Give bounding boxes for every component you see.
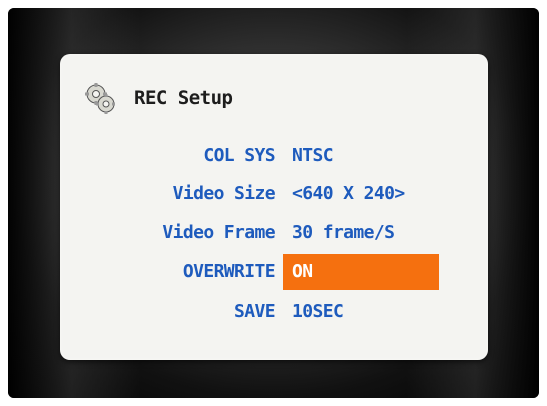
menu-item-label: Video Frame [162, 222, 275, 243]
device-screen: REC Setup COL SYS NTSC Video Size <640 X… [8, 8, 539, 398]
page-title: REC Setup [134, 87, 233, 109]
gear-icon [82, 80, 118, 116]
menu-item-video-frame[interactable]: Video Frame 30 frame/S [60, 215, 488, 251]
menu-item-col-sys[interactable]: COL SYS NTSC [60, 138, 488, 174]
menu-item-value: 30 frame/S [292, 222, 395, 243]
menu-item-value: NTSC [292, 145, 334, 166]
menu-item-value: ON [292, 261, 313, 282]
rec-setup-panel: REC Setup COL SYS NTSC Video Size <640 X… [60, 54, 488, 360]
panel-header: REC Setup [82, 80, 233, 116]
menu-item-overwrite[interactable]: OVERWRITE ON [60, 254, 488, 290]
menu-item-label: OVERWRITE [182, 261, 276, 282]
menu-item-label: Video Size [172, 183, 276, 204]
menu-item-label: COL SYS [203, 145, 275, 166]
menu-item-value: 10SEC [292, 301, 344, 322]
menu-item-video-size[interactable]: Video Size <640 X 240> [60, 176, 488, 212]
menu-item-label: SAVE [234, 301, 276, 322]
menu-item-value: <640 X 240> [292, 183, 405, 204]
menu-item-save[interactable]: SAVE 10SEC [60, 294, 488, 330]
